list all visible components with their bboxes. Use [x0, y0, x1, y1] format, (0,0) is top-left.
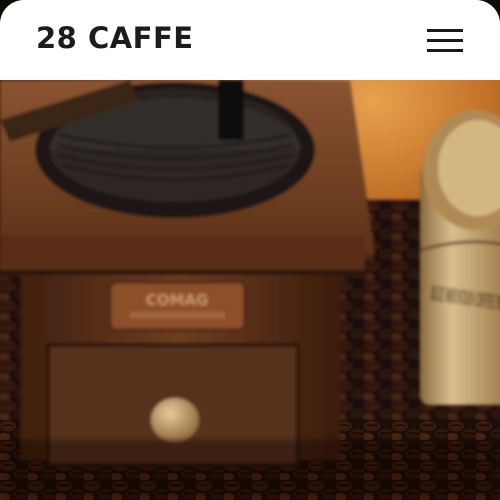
grinder-plate-text: COMAG — [146, 291, 209, 309]
hero-photo-illustration: COMAG BLUE MOUNTAIN COFFEE PRODUCT — [0, 80, 500, 500]
site-header: 28 CAFFE — [0, 0, 500, 80]
coffee-grinder: COMAG — [0, 80, 375, 467]
menu-bar-top — [427, 29, 463, 32]
hamburger-menu-icon[interactable] — [418, 22, 472, 58]
menu-bar-bottom — [427, 49, 463, 52]
hero-image: COMAG BLUE MOUNTAIN COFFEE PRODUCT — [0, 80, 500, 500]
coffee-tin: BLUE MOUNTAIN COFFEE PRODUCT — [419, 110, 500, 405]
site-logo[interactable]: 28 CAFFE — [36, 21, 194, 55]
menu-bar-middle — [427, 39, 463, 42]
app-frame: 28 CAFFE COMAG — [0, 0, 500, 500]
